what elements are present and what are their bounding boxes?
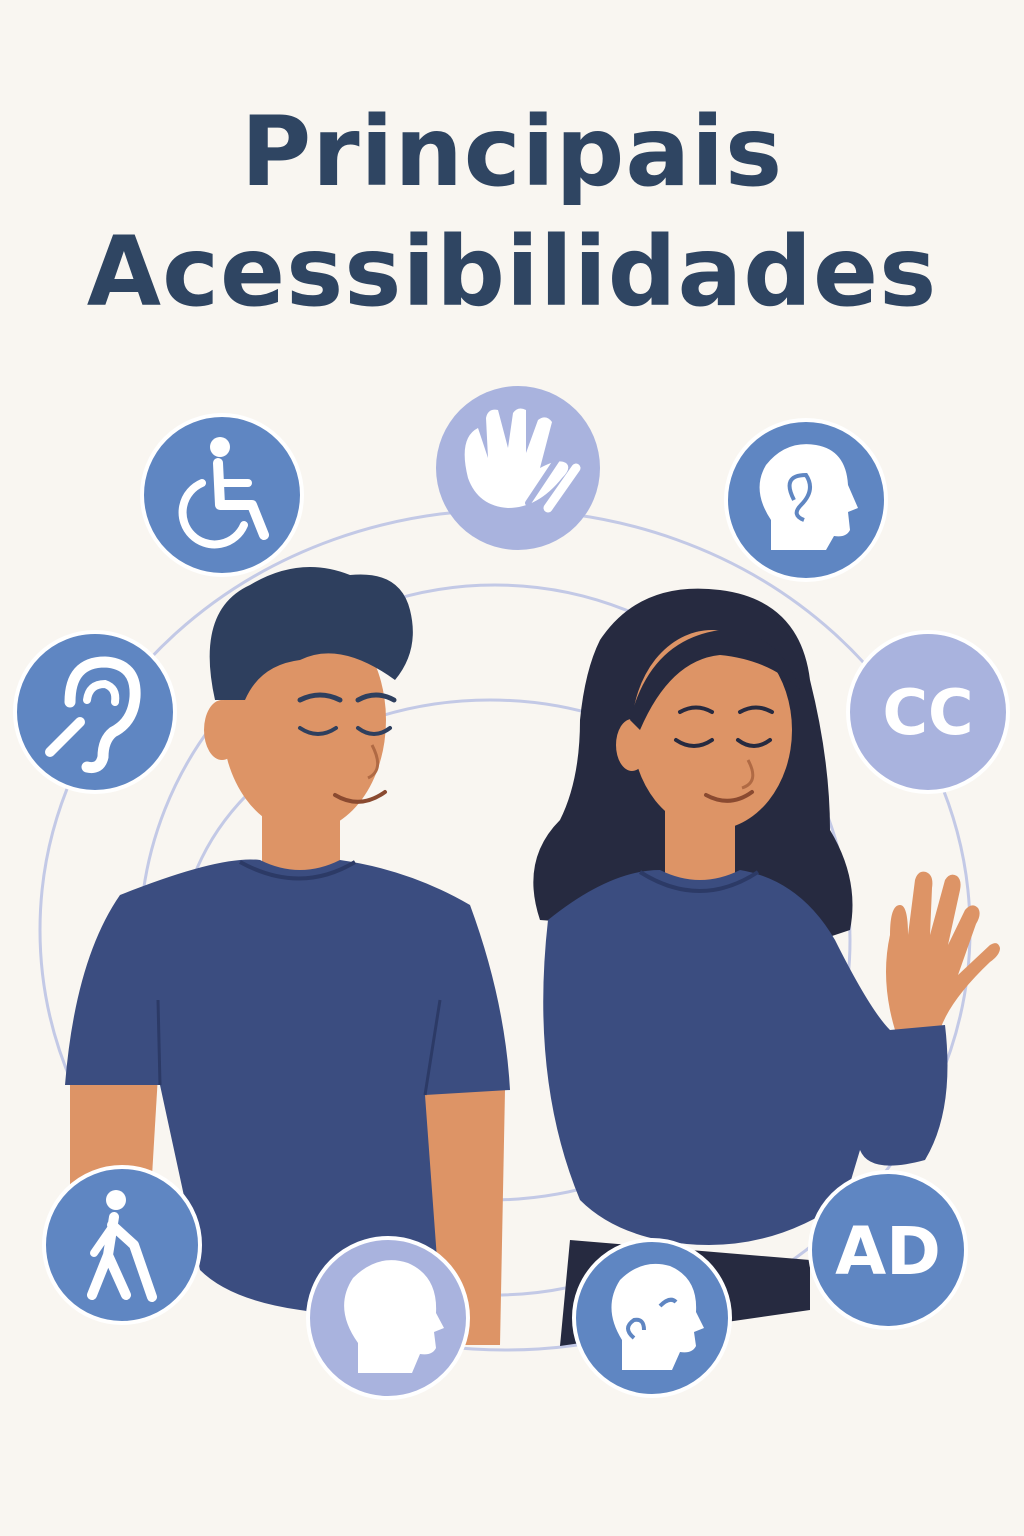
blind-cane-icon — [42, 1165, 202, 1325]
cognitive-head-icon — [724, 418, 888, 582]
closed-captions-icon: CC — [846, 630, 1010, 794]
audio-description-icon: AD — [808, 1170, 968, 1330]
audio-description-label: AD — [835, 1213, 941, 1290]
captions-label: CC — [882, 676, 973, 749]
head-profile-icon — [306, 1236, 470, 1400]
poster: Principais Acessibilidades CC AD — [0, 0, 1024, 1536]
sign-language-icon — [436, 386, 600, 550]
hearing-icon — [13, 630, 177, 794]
illustration: CC AD — [13, 386, 1010, 1400]
wheelchair-icon — [140, 413, 304, 577]
mind-head-icon — [572, 1238, 732, 1398]
